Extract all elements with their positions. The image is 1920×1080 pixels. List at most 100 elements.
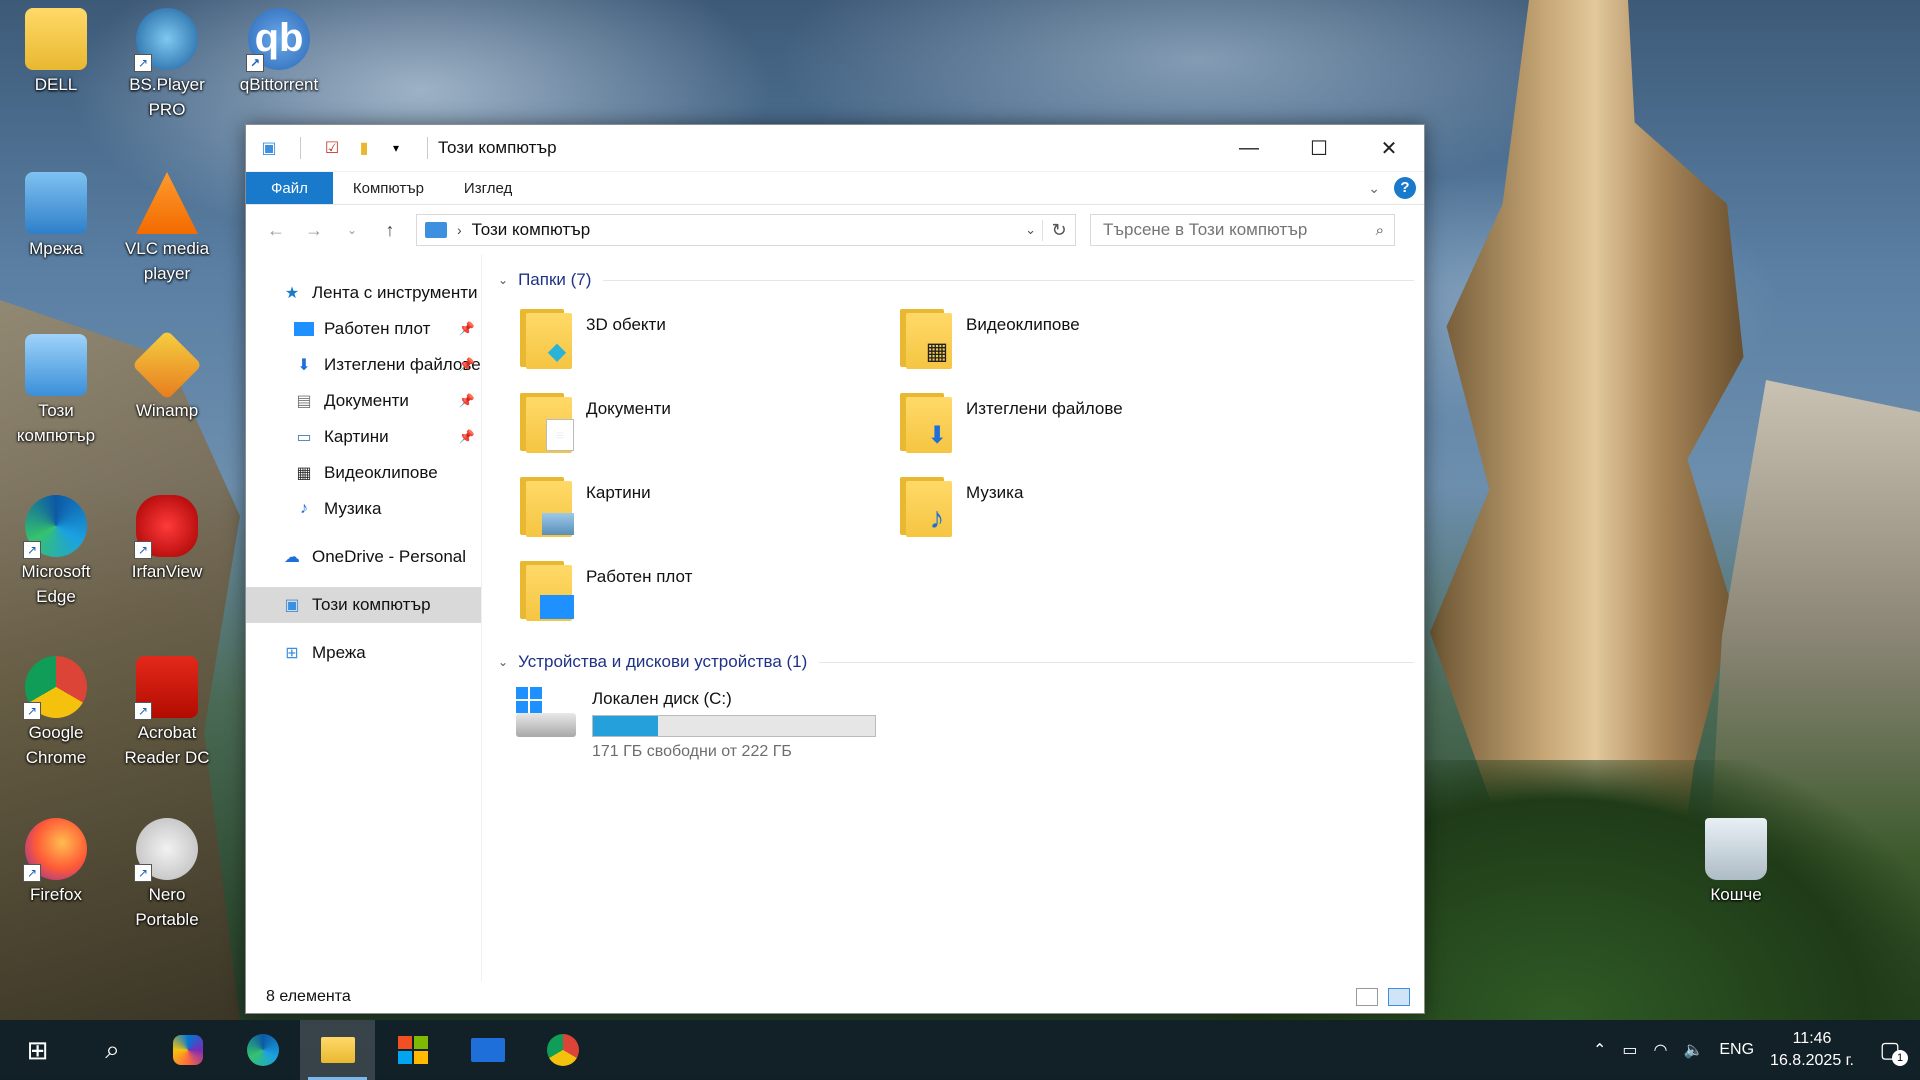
nav-pictures[interactable]: ▭ Картини 📌 xyxy=(246,419,481,455)
edge-icon: ↗ xyxy=(23,495,87,559)
desktop-icon-acrobat[interactable]: ↗ Acrobat Reader DC xyxy=(119,656,215,770)
folder-item-3d-objects[interactable]: ◆ 3D обекти xyxy=(518,305,898,389)
recent-locations-button[interactable]: ⌄ xyxy=(340,223,364,237)
desktop-icon-label: DELL xyxy=(34,75,78,94)
new-folder-icon[interactable]: ▮ xyxy=(353,137,375,159)
store-icon[interactable] xyxy=(375,1020,450,1080)
wifi-icon[interactable]: ◠ xyxy=(1653,1040,1667,1060)
nav-videos[interactable]: ▦ Видеоклипове xyxy=(246,455,481,491)
language-indicator[interactable]: ENG xyxy=(1719,1041,1754,1059)
up-button[interactable]: ↑ xyxy=(378,220,402,241)
folder-item-downloads[interactable]: ⬇ Изтеглени файлове xyxy=(898,389,1278,473)
edge-icon[interactable] xyxy=(225,1020,300,1080)
back-button[interactable]: ← xyxy=(264,220,288,241)
winamp-icon xyxy=(131,329,203,401)
music-note-icon: ♪ xyxy=(300,500,308,517)
nav-downloads[interactable]: ⬇ Изтеглени файлове 📌 xyxy=(246,347,481,383)
desktop-icon-dell[interactable]: DELL xyxy=(8,8,104,97)
bsplayer-icon: ↗ xyxy=(134,8,198,72)
chrome-icon[interactable] xyxy=(525,1020,600,1080)
nero-icon: ↗ xyxy=(134,818,198,882)
devices-group-header[interactable]: ⌄ Устройства и дискови устройства (1) xyxy=(494,647,1424,677)
desktop-icon-recycle-bin[interactable]: Кошче xyxy=(1688,818,1784,907)
start-icon[interactable]: ⊞ xyxy=(0,1020,75,1080)
computer-icon: ▣ xyxy=(284,597,300,614)
details-view-icon[interactable] xyxy=(1356,988,1378,1006)
address-dropdown-icon[interactable]: ⌄ xyxy=(1019,222,1042,238)
minimize-button[interactable]: — xyxy=(1214,125,1284,171)
tab-file[interactable]: Файл xyxy=(246,172,333,204)
folders-group-header[interactable]: ⌄ Папки (7) xyxy=(494,265,1424,295)
desktop-icon-label: Firefox xyxy=(30,885,82,904)
tiles-view-icon[interactable] xyxy=(1388,988,1410,1006)
customize-toolbar-icon[interactable]: ▾ xyxy=(385,137,407,159)
desktop-icon-chrome[interactable]: ↗ Google Chrome xyxy=(8,656,104,770)
nav-this-pc[interactable]: ▣ Този компютър xyxy=(246,587,481,623)
nav-quick-access[interactable]: ★ Лента с инструменти xyxy=(246,275,481,311)
pin-icon[interactable]: 📌 xyxy=(459,357,475,373)
address-bar[interactable]: › Този компютър ⌄ ↻ xyxy=(416,214,1076,246)
desktop-icon-firefox[interactable]: ↗ Firefox xyxy=(8,818,104,907)
properties-icon[interactable]: ☑ xyxy=(321,137,343,159)
desktop-icon-network[interactable]: Мрежа xyxy=(8,172,104,261)
nav-network[interactable]: ⊞ Мрежа xyxy=(246,635,481,671)
address-location[interactable]: Този компютър xyxy=(472,220,591,240)
desktop-icon-bsplayer[interactable]: ↗ BS.Player PRO xyxy=(119,8,215,122)
help-icon[interactable]: ? xyxy=(1394,177,1416,199)
maximize-button[interactable]: ☐ xyxy=(1284,125,1354,171)
search-box[interactable]: ⌕ xyxy=(1090,214,1395,246)
expand-ribbon-icon[interactable]: ⌄ xyxy=(1368,180,1380,197)
desktop-icon-qbittorrent[interactable]: qb ↗ qBittorrent xyxy=(231,8,327,97)
drive-item-c[interactable]: Локален диск (C:) 171 ГБ свободни от 222… xyxy=(512,685,1424,761)
battery-icon[interactable]: ▭ xyxy=(1622,1040,1637,1060)
volume-icon[interactable]: 🔈 xyxy=(1683,1040,1703,1060)
copilot-icon[interactable] xyxy=(150,1020,225,1080)
file-explorer-icon[interactable] xyxy=(300,1020,375,1080)
close-button[interactable]: ✕ xyxy=(1354,125,1424,171)
desktop-icon-label: Кошче xyxy=(1710,885,1762,904)
nav-documents[interactable]: ▤ Документи 📌 xyxy=(246,383,481,419)
pin-icon[interactable]: 📌 xyxy=(459,321,475,337)
search-icon[interactable]: ⌕ xyxy=(75,1020,150,1080)
nav-label: Картини xyxy=(324,427,389,446)
pin-icon[interactable]: 📌 xyxy=(459,393,475,409)
nav-onedrive[interactable]: ☁ OneDrive - Personal xyxy=(246,539,481,575)
qbittorrent-icon: qb ↗ xyxy=(246,8,310,72)
folder-item-videos[interactable]: ▦ Видеоклипове xyxy=(898,305,1278,389)
desktop-icon-label: VLC media player xyxy=(124,239,210,283)
clock[interactable]: 11:46 16.8.2025 г. xyxy=(1770,1028,1854,1072)
folder-item-documents[interactable]: ≡ Документи xyxy=(518,389,898,473)
mail-icon[interactable] xyxy=(450,1020,525,1080)
ribbon-right: ⌄ ? xyxy=(1368,172,1424,204)
search-input[interactable] xyxy=(1101,219,1376,241)
tab-view[interactable]: Изглед xyxy=(444,172,532,204)
desktop-icon-edge[interactable]: ↗ Microsoft Edge xyxy=(8,495,104,609)
desktop-icon-this-pc[interactable]: Този компютър xyxy=(8,334,104,448)
desktop-icon-label: BS.Player PRO xyxy=(129,75,205,119)
folder-item-music[interactable]: ♪ Музика xyxy=(898,473,1278,557)
title-bar: ▣ ☑ ▮ ▾ Този компютър — ☐ ✕ xyxy=(246,125,1424,172)
search-icon[interactable]: ⌕ xyxy=(1376,222,1384,239)
breadcrumb-chevron-icon[interactable]: › xyxy=(457,222,462,238)
nav-label: Документи xyxy=(324,391,409,410)
desktop-icon-nero[interactable]: ↗ Nero Portable xyxy=(119,818,215,932)
desktop-icon-irfanview[interactable]: ↗ IrfanView xyxy=(119,495,215,584)
desktop-icon-vlc[interactable]: VLC media player xyxy=(119,172,215,286)
show-hidden-icons-chevron-icon[interactable]: ⌃ xyxy=(1593,1040,1606,1060)
folder-item-desktop[interactable]: Работен плот xyxy=(518,557,898,641)
tab-computer[interactable]: Компютър xyxy=(333,172,444,204)
pin-icon[interactable]: 📌 xyxy=(459,429,475,445)
forward-button[interactable]: → xyxy=(302,220,326,241)
nav-desktop[interactable]: Работен плот 📌 xyxy=(246,311,481,347)
desktop-icon-label: Microsoft Edge xyxy=(21,562,91,606)
collapse-chevron-icon[interactable]: ⌄ xyxy=(498,273,508,287)
desktop-icon-label: Winamp xyxy=(135,401,199,420)
desktop-icon-winamp[interactable]: Winamp xyxy=(119,329,215,423)
cloud-icon: ☁ xyxy=(284,549,300,566)
notification-center-icon[interactable]: ▢ 1 xyxy=(1870,1030,1910,1070)
folder-item-pictures[interactable]: Картини xyxy=(518,473,898,557)
folder-downloads-icon: ⬇ xyxy=(898,389,954,453)
refresh-button[interactable]: ↻ xyxy=(1042,219,1075,241)
nav-music[interactable]: ♪ Музика xyxy=(246,491,481,527)
collapse-chevron-icon[interactable]: ⌄ xyxy=(498,655,508,669)
